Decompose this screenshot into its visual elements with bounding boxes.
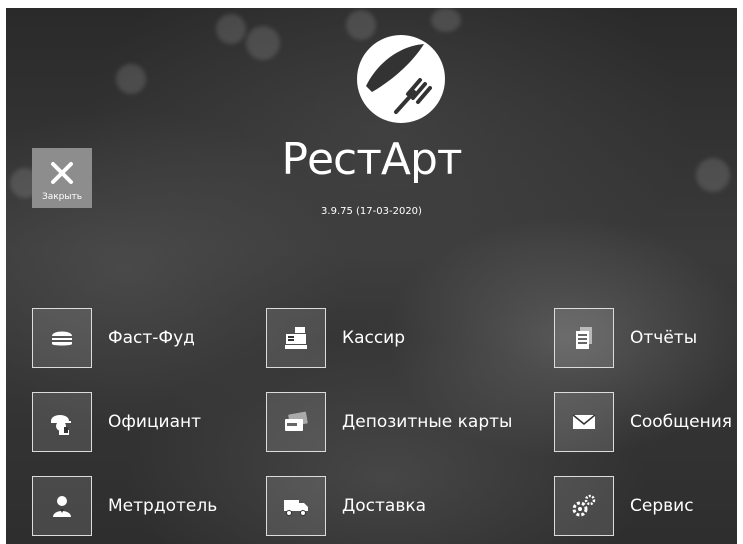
tile-label: Официант — [108, 412, 202, 432]
tile-label: Метрдотель — [108, 496, 218, 516]
bokeh-decoration — [116, 64, 146, 94]
burger-icon — [52, 331, 72, 346]
tile-icon-box — [32, 392, 92, 452]
tile-cashier[interactable]: Кассир — [266, 308, 405, 368]
tile-icon-box — [266, 392, 326, 452]
bokeh-decoration — [431, 8, 461, 32]
app-title: РестАрт — [281, 134, 462, 185]
truck-icon — [284, 500, 308, 516]
tile-label: Кассир — [342, 328, 406, 348]
reports-icon — [576, 327, 592, 349]
tile-icon-box — [554, 308, 614, 368]
gears-icon — [572, 494, 596, 517]
envelope-icon — [572, 414, 596, 429]
tile-waiter[interactable]: Официант — [32, 392, 201, 452]
card-icon — [285, 411, 308, 431]
tile-label: Фаст-Фуд — [108, 328, 195, 348]
tile-icon-box — [266, 476, 326, 536]
close-icon — [51, 162, 73, 184]
app-version: 3.9.75 (17-03-2020) — [321, 206, 422, 217]
tile-icon-box — [266, 308, 326, 368]
bokeh-decoration — [216, 14, 246, 44]
tile-label: Депозитные карты — [342, 412, 513, 432]
tile-deposit-cards[interactable]: Депозитные карты — [266, 392, 512, 452]
bokeh-decoration — [246, 26, 280, 60]
close-label: Закрыть — [41, 192, 83, 202]
tile-fast-food[interactable]: Фаст-Фуд — [32, 308, 195, 368]
close-button[interactable]: Закрыть — [32, 148, 92, 208]
logo-icon — [357, 35, 445, 123]
waiter-icon — [51, 415, 71, 435]
tile-service[interactable]: Сервис — [554, 476, 694, 536]
tile-messages[interactable]: Сообщения — [554, 392, 732, 452]
app-window: РестАрт 3.9.75 (17-03-2020) Закрыть Фаст… — [6, 8, 737, 544]
tile-label: Доставка — [342, 496, 427, 516]
tile-icon-box — [32, 308, 92, 368]
tile-maitre[interactable]: Метрдотель — [32, 476, 217, 536]
tile-delivery[interactable]: Доставка — [266, 476, 426, 536]
cash-register-icon — [285, 327, 307, 349]
tile-label: Отчёты — [630, 328, 698, 348]
tile-reports[interactable]: Отчёты — [554, 308, 697, 368]
tile-label: Сервис — [630, 496, 694, 516]
maitre-icon — [53, 496, 71, 517]
tile-icon-box — [32, 476, 92, 536]
tile-label: Сообщения — [630, 412, 733, 432]
tile-icon-box — [554, 392, 614, 452]
tile-icon-box — [554, 476, 614, 536]
